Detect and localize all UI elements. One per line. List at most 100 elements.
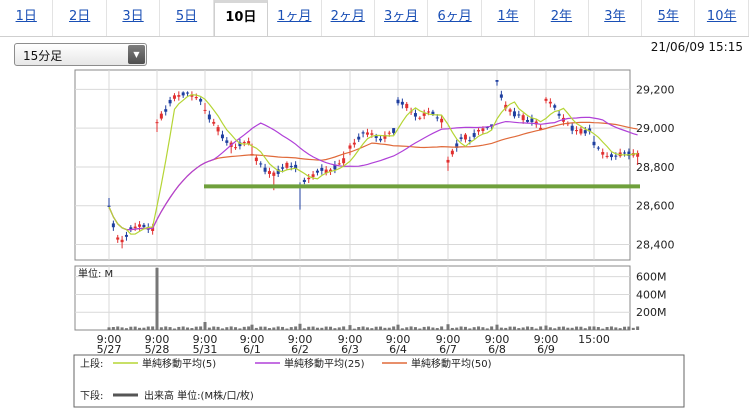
- volume-bar: [504, 327, 508, 330]
- volume-bar: [446, 324, 450, 330]
- volume-bar: [357, 327, 361, 330]
- volume-bar: [212, 326, 216, 330]
- volume-bar: [392, 326, 396, 330]
- candle-body: [172, 95, 176, 99]
- volume-bar: [459, 326, 463, 330]
- volume-bar: [294, 326, 298, 330]
- candle-body: [177, 95, 181, 97]
- volume-bar: [142, 327, 146, 330]
- legend-lower-label: 下段:: [80, 389, 103, 402]
- candle-body: [392, 128, 396, 133]
- volume-bar: [405, 327, 409, 330]
- volume-bar: [259, 326, 263, 330]
- volume-bar: [575, 326, 579, 330]
- candle-body: [361, 132, 365, 134]
- volume-bar: [190, 328, 194, 330]
- candle-body: [159, 113, 163, 119]
- volume-bar: [370, 328, 374, 330]
- candle-body: [413, 113, 417, 117]
- candle-body: [596, 147, 600, 149]
- legend-volume-label: 出来高 単位:(M株/口/枚): [144, 389, 254, 402]
- volume-bar: [342, 326, 346, 330]
- volume-bar: [409, 326, 413, 330]
- candle-body: [508, 109, 512, 112]
- candle-body: [124, 234, 128, 237]
- volume-bar: [177, 326, 181, 330]
- volume-bar: [588, 326, 592, 330]
- volume-bar: [495, 324, 499, 330]
- volume-bar: [477, 326, 481, 330]
- price-tick-label: 28,400: [636, 238, 675, 251]
- candle-body: [225, 140, 229, 143]
- volume-bar: [348, 325, 352, 330]
- volume-bar: [267, 328, 271, 330]
- volume-bar: [570, 327, 574, 330]
- candle-body: [337, 163, 341, 165]
- candle-body: [138, 224, 142, 227]
- volume-bar: [468, 328, 472, 330]
- volume-bar: [400, 328, 404, 330]
- volume-bar: [302, 328, 306, 330]
- candle-body: [342, 158, 346, 164]
- volume-bar: [272, 327, 276, 330]
- volume-bar: [181, 326, 185, 330]
- volume-bar: [315, 327, 319, 330]
- candle-body: [609, 154, 613, 158]
- volume-bar: [636, 326, 640, 330]
- candle-body: [583, 130, 587, 134]
- candle-body: [203, 109, 207, 111]
- volume-bar: [485, 328, 489, 330]
- volume-bar: [247, 326, 251, 330]
- x-tick-date: 6/3: [341, 343, 359, 356]
- candle-body: [370, 133, 374, 135]
- volume-bar: [298, 323, 302, 330]
- volume-bar: [623, 326, 627, 330]
- volume-bar: [329, 326, 333, 330]
- candle-body: [446, 159, 450, 163]
- candle-body: [544, 98, 548, 101]
- volume-bar: [186, 327, 190, 330]
- candle-body: [623, 152, 627, 154]
- candle-body: [352, 142, 356, 145]
- volume-bar: [583, 328, 587, 330]
- volume-bar: [250, 324, 254, 330]
- candle-body: [548, 101, 552, 104]
- volume-bar: [289, 327, 293, 330]
- volume-bar: [601, 328, 605, 330]
- volume-bar: [614, 327, 618, 330]
- volume-bar: [229, 326, 233, 330]
- volume-bar: [263, 326, 267, 330]
- volume-bar: [517, 328, 521, 330]
- candle-body: [357, 136, 361, 140]
- volume-bar: [472, 327, 476, 330]
- candle-body: [400, 101, 404, 105]
- volume-bar: [337, 327, 341, 330]
- volume-bar: [379, 326, 383, 330]
- candle-body: [164, 109, 168, 112]
- volume-bar: [413, 327, 417, 330]
- volume-bar: [146, 326, 150, 330]
- candle-body: [592, 141, 596, 146]
- x-tick-date: 6/4: [389, 343, 407, 356]
- volume-bar: [387, 327, 391, 330]
- candle-body: [216, 127, 220, 132]
- candle-body: [181, 92, 185, 96]
- volume-bar: [418, 328, 422, 330]
- volume-bar: [120, 327, 124, 330]
- volume-bar: [605, 326, 609, 330]
- volume-bar: [508, 326, 512, 330]
- volume-bar: [320, 327, 324, 330]
- volume-bar: [333, 328, 337, 330]
- volume-bar: [561, 326, 565, 330]
- candle-body: [155, 122, 159, 124]
- x-tick-date: 6/7: [439, 343, 457, 356]
- volume-bar: [311, 326, 315, 330]
- volume-bar: [285, 328, 289, 330]
- price-tick-label: 29,000: [636, 122, 675, 135]
- x-tick-date: 5/31: [193, 343, 218, 356]
- candle-body: [234, 147, 238, 149]
- candle-body: [254, 157, 258, 162]
- candle-body: [365, 132, 369, 135]
- candle-body: [440, 118, 444, 123]
- candle-body: [379, 138, 383, 141]
